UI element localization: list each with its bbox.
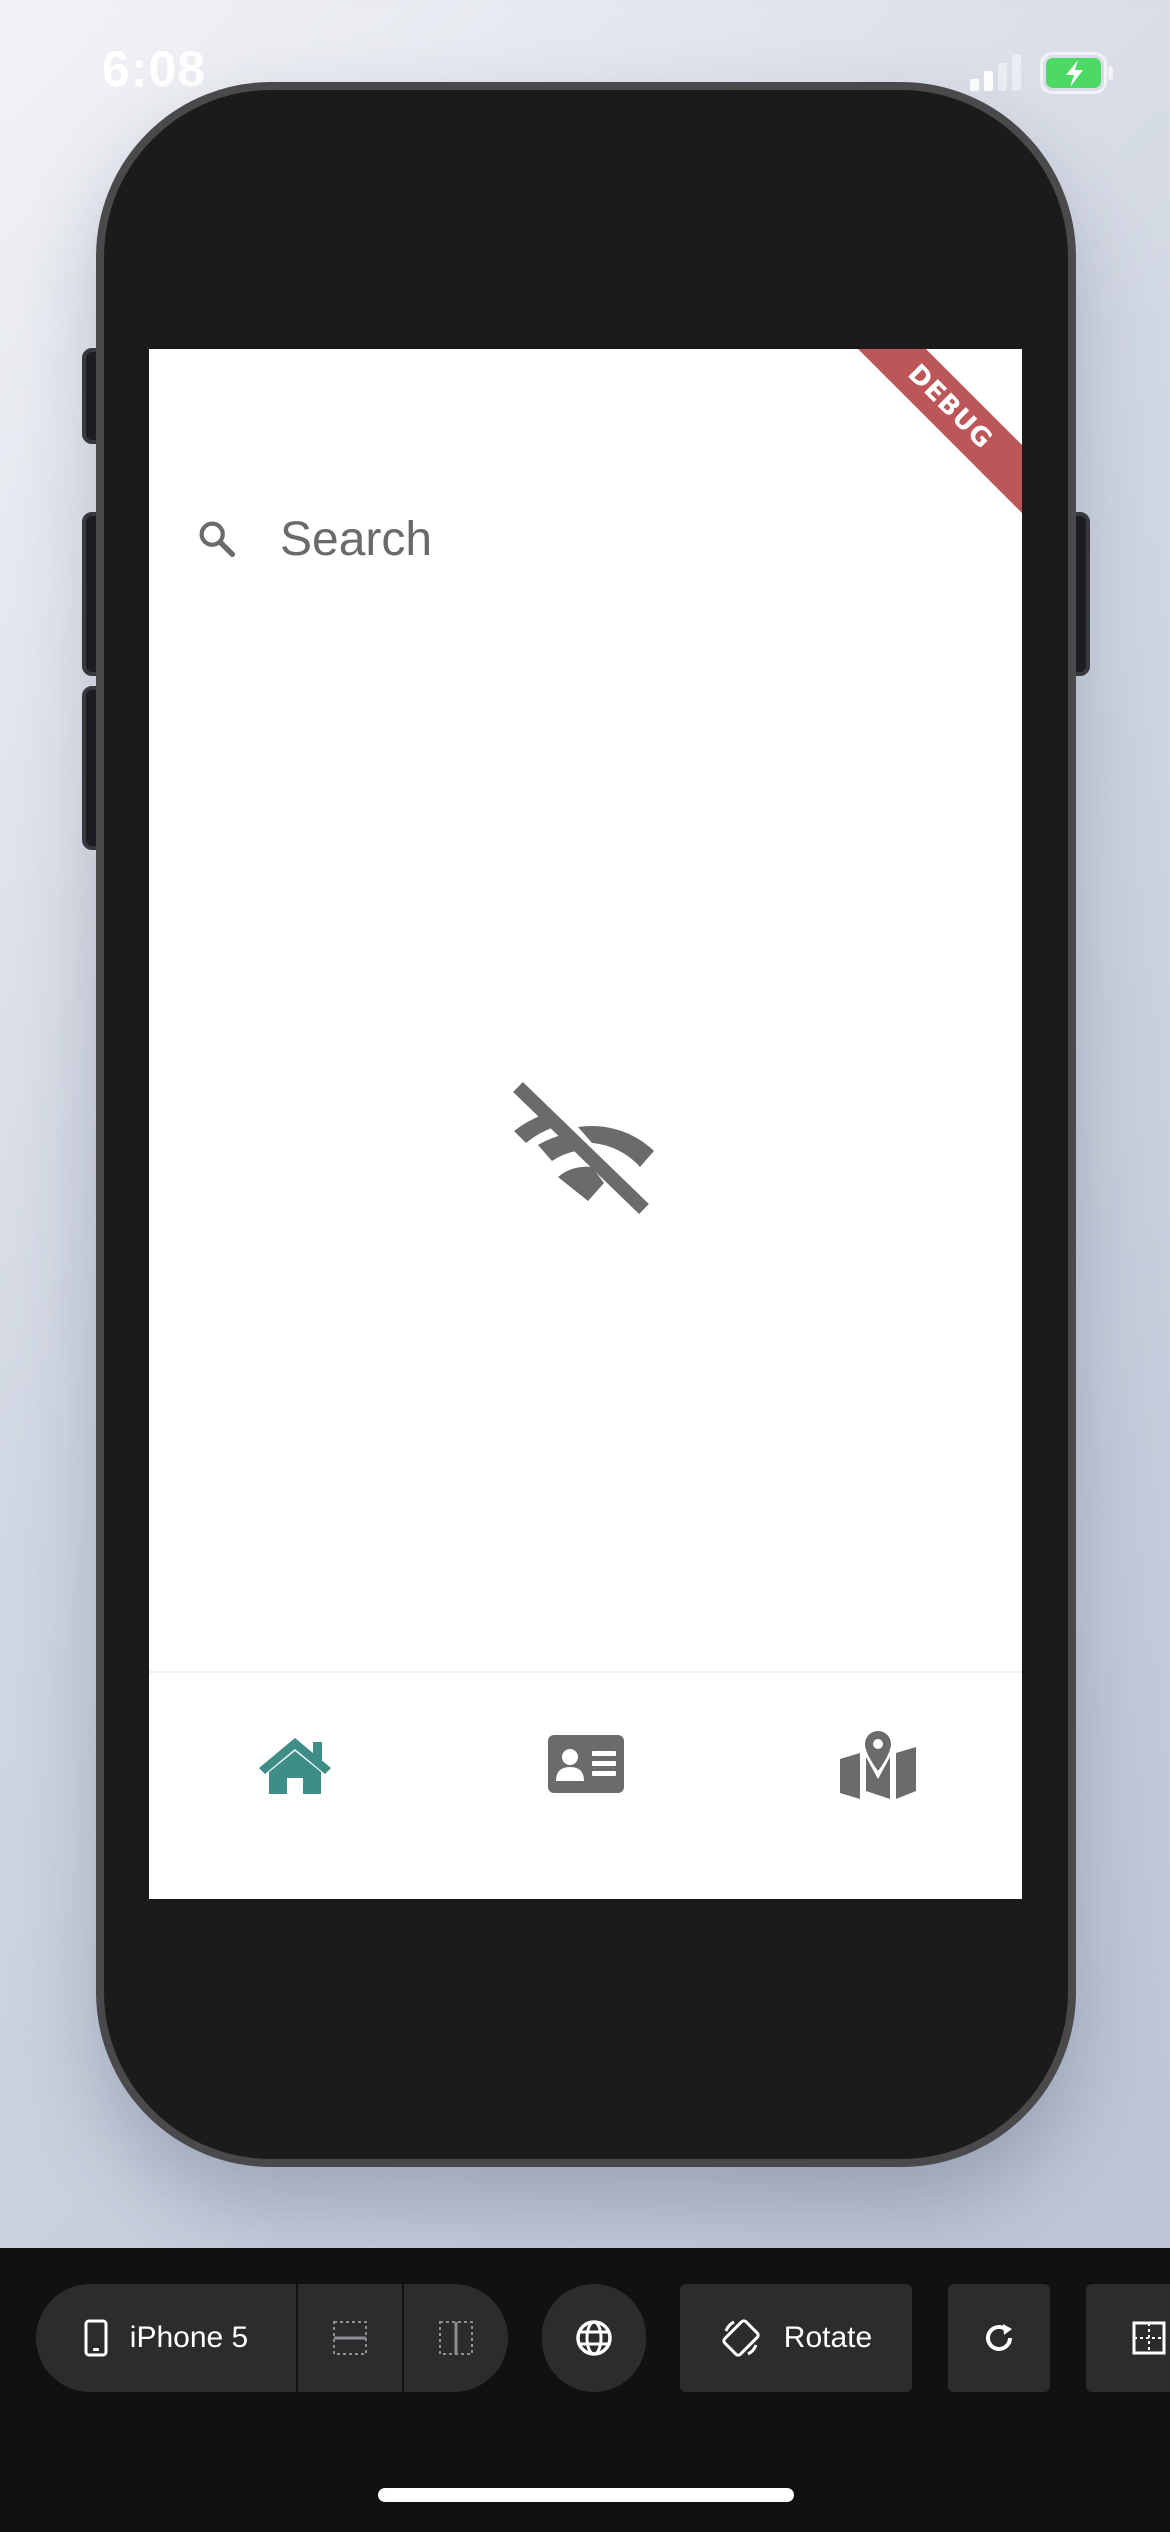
home-icon [259,1738,331,1794]
home-indicator [378,2488,794,2502]
split-vertical-icon [333,2321,367,2355]
preview-toolbar: iPhone 5 Rotate [0,2248,1170,2532]
status-time: 6:08 [102,41,207,97]
rotate-button[interactable]: Rotate [680,2284,912,2392]
phone-icon [84,2319,108,2357]
rotate-icon [722,2319,760,2357]
device-selector-group: iPhone 5 [36,2284,508,2392]
more-icon [1132,2321,1166,2355]
map-pin-icon [840,1731,916,1799]
search-icon [199,521,236,558]
split-horizontal-icon [439,2321,473,2355]
globe-icon [576,2320,612,2356]
device-label: iPhone 5 [129,2321,249,2354]
battery-charging-icon [1040,52,1113,94]
search-input[interactable] [280,511,840,567]
nav-contacts[interactable] [526,1709,646,1819]
restart-button[interactable] [948,2284,1050,2392]
bottom-navigation [149,1671,1022,1899]
rotate-label: Rotate [783,2321,873,2354]
split-vertical-button[interactable] [298,2284,402,2392]
locale-button[interactable] [542,2284,646,2392]
debug-banner: DEBUG [841,349,1022,516]
split-horizontal-button[interactable] [404,2284,508,2392]
app-screen: DEBUG [149,349,1022,1899]
nav-home[interactable] [235,1709,355,1819]
device-select-button[interactable]: iPhone 5 [36,2284,296,2392]
contact-card-icon [548,1735,624,1793]
cellular-signal-icon [970,55,1021,91]
nav-map[interactable] [818,1709,938,1819]
wifi-off-icon [513,1081,654,1215]
restart-icon [986,2324,1012,2351]
search-bar[interactable] [179,499,879,579]
more-options-button[interactable] [1086,2284,1170,2392]
